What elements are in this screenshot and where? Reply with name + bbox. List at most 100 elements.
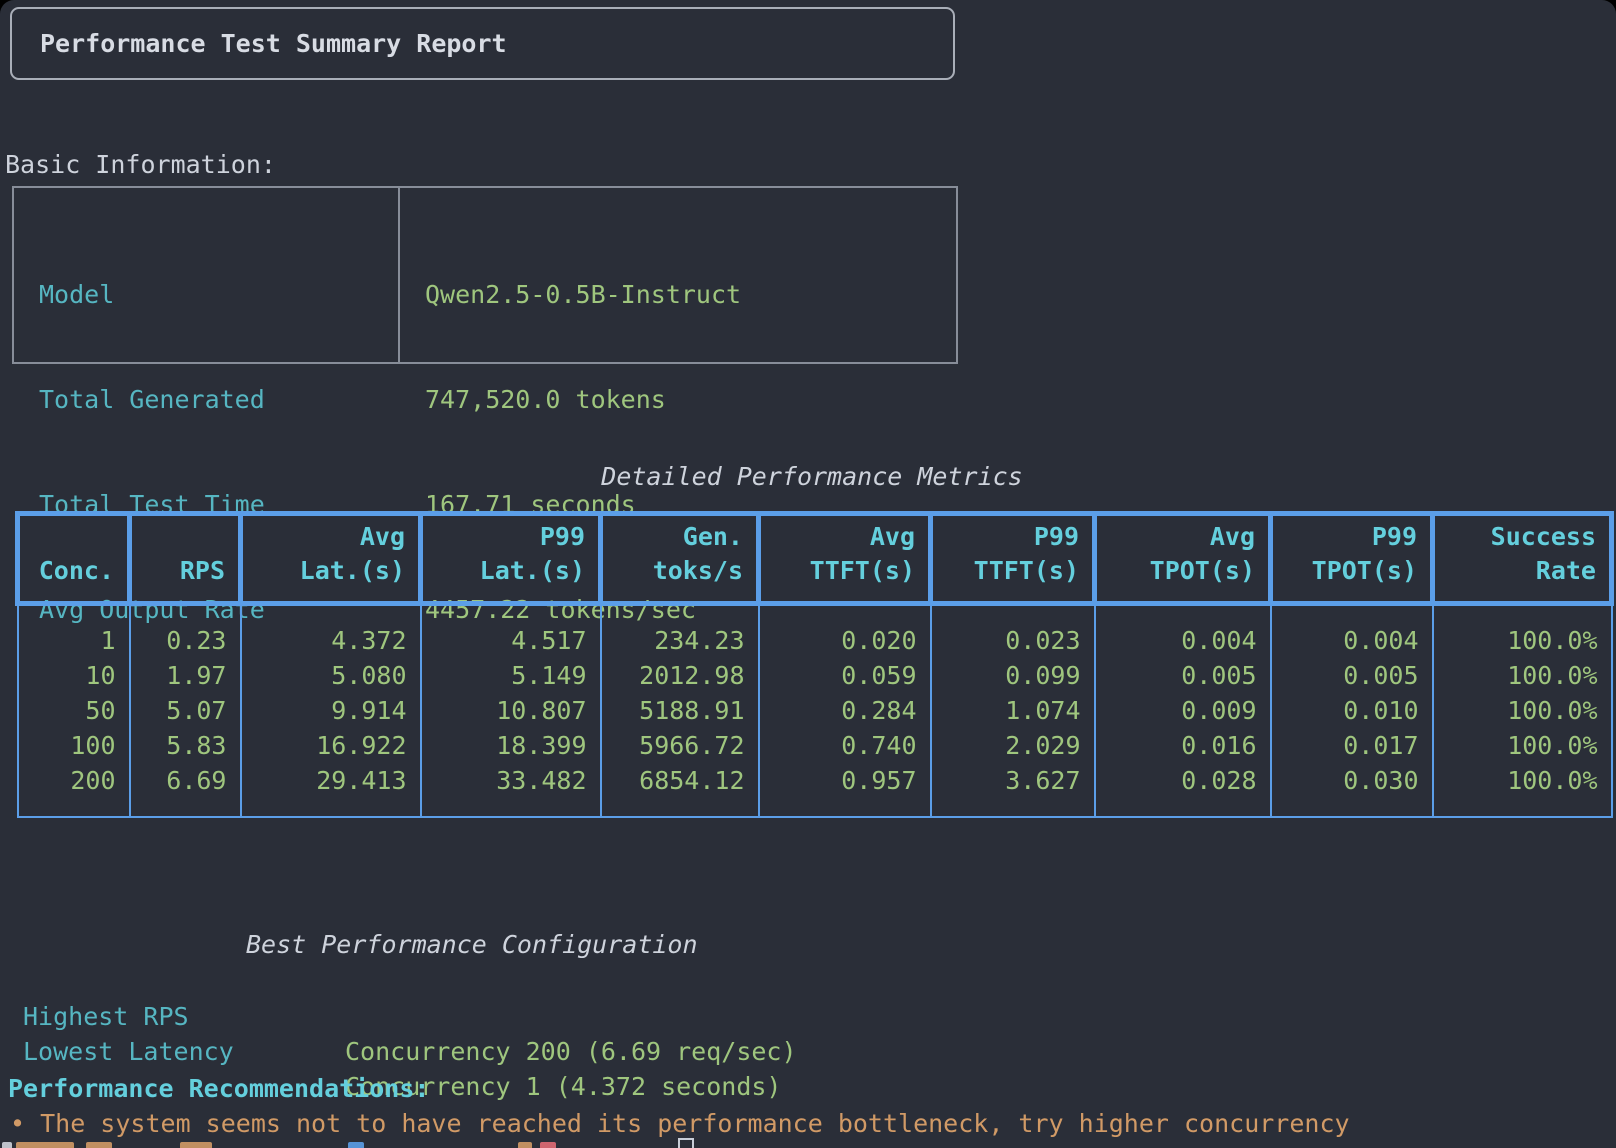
table-row: 2006.6929.41333.4826854.120.9573.6270.02… <box>18 763 1612 798</box>
table-spacer-row <box>18 604 1612 623</box>
spacer-cell <box>931 798 1095 817</box>
metric-cell: 100.0% <box>1433 623 1612 658</box>
metric-cell: 0.740 <box>759 728 931 763</box>
column-header-conc: Conc. <box>18 514 130 604</box>
basic-info-values: Qwen2.5-0.5B-Instruct 747,520.0 tokens 1… <box>400 188 956 362</box>
spacer-cell <box>1433 798 1612 817</box>
info-label-model: Model <box>39 277 398 312</box>
metric-cell: 100.0% <box>1433 658 1612 693</box>
spacer-cell <box>421 798 601 817</box>
metric-cell: 1.97 <box>130 658 241 693</box>
metric-cell: 0.005 <box>1271 658 1433 693</box>
column-header-success-rate: SuccessRate <box>1433 514 1612 604</box>
info-value-model: Qwen2.5-0.5B-Instruct <box>425 277 956 312</box>
metric-cell: 0.028 <box>1095 763 1271 798</box>
recommendation-item: • The system seems not to have reached i… <box>10 1106 1350 1141</box>
basic-info-heading: Basic Information: <box>5 147 276 182</box>
column-header-p99-ttft: P99TTFT(s) <box>931 514 1095 604</box>
metric-cell: 0.059 <box>759 658 931 693</box>
metric-cell: 234.23 <box>601 623 759 658</box>
metric-cell: 100.0% <box>1433 693 1612 728</box>
metric-cell: 0.023 <box>931 623 1095 658</box>
metric-cell: 0.010 <box>1271 693 1433 728</box>
metric-cell: 0.957 <box>759 763 931 798</box>
column-header-avg-lat: AvgLat.(s) <box>241 514 421 604</box>
metric-cell: 5188.91 <box>601 693 759 728</box>
table-row: 10.234.3724.517234.230.0200.0230.0040.00… <box>18 623 1612 658</box>
spacer-cell <box>130 798 241 817</box>
metric-cell: 5.83 <box>130 728 241 763</box>
metric-cell: 0.020 <box>759 623 931 658</box>
metric-cell: 29.413 <box>241 763 421 798</box>
clipped-next-line <box>0 1140 1616 1148</box>
clipped-text-fragment <box>16 1142 74 1148</box>
metric-cell: 0.017 <box>1271 728 1433 763</box>
column-header-gen-toks: Gen.toks/s <box>601 514 759 604</box>
spacer-cell <box>759 798 931 817</box>
spacer-cell <box>241 798 421 817</box>
report-title: Performance Test Summary Report <box>40 29 507 58</box>
table-row: 101.975.0805.1492012.980.0590.0990.0050.… <box>18 658 1612 693</box>
clipped-text-fragment <box>86 1142 112 1148</box>
metric-cell: 0.009 <box>1095 693 1271 728</box>
column-header-avg-tpot: AvgTPOT(s) <box>1095 514 1271 604</box>
metric-cell: 0.005 <box>1095 658 1271 693</box>
metric-cell: 1 <box>18 623 130 658</box>
spacer-cell <box>759 604 931 623</box>
best-config-title: Best Performance Configuration <box>246 927 698 962</box>
metric-cell: 5.149 <box>421 658 601 693</box>
spacer-cell <box>601 798 759 817</box>
terminal-screen: Performance Test Summary Report Basic In… <box>0 0 1616 1148</box>
metric-cell: 16.922 <box>241 728 421 763</box>
clipped-text-fragment <box>540 1142 556 1148</box>
spacer-cell <box>1095 604 1271 623</box>
table-row: 505.079.91410.8075188.910.2841.0740.0090… <box>18 693 1612 728</box>
spacer-cell <box>931 604 1095 623</box>
spacer-cell <box>421 604 601 623</box>
spacer-cell <box>1271 798 1433 817</box>
spacer-cell <box>1433 604 1612 623</box>
metric-cell: 0.030 <box>1271 763 1433 798</box>
recommendations-heading: Performance Recommendations: <box>8 1071 429 1106</box>
info-label-total-generated: Total Generated <box>39 382 398 417</box>
basic-info-labels: Model Total Generated Total Test Time Av… <box>14 188 400 362</box>
metric-cell: 33.482 <box>421 763 601 798</box>
spacer-cell <box>241 604 421 623</box>
clipped-text-fragment <box>518 1142 532 1148</box>
metric-cell: 100.0% <box>1433 728 1612 763</box>
metric-cell: 50 <box>18 693 130 728</box>
clipped-text-fragment <box>2 1142 12 1148</box>
metric-cell: 0.004 <box>1095 623 1271 658</box>
metric-cell: 100 <box>18 728 130 763</box>
metric-cell: 10.807 <box>421 693 601 728</box>
spacer-cell <box>130 604 241 623</box>
metric-cell: 0.284 <box>759 693 931 728</box>
report-title-box: Performance Test Summary Report <box>10 7 955 80</box>
spacer-cell <box>601 604 759 623</box>
basic-info-table: Model Total Generated Total Test Time Av… <box>12 186 958 364</box>
table-row: 1005.8316.92218.3995966.720.7402.0290.01… <box>18 728 1612 763</box>
column-header-avg-ttft: AvgTTFT(s) <box>759 514 931 604</box>
metric-cell: 0.099 <box>931 658 1095 693</box>
best-config-label: Lowest Latency <box>23 1034 234 1069</box>
metric-cell: 10 <box>18 658 130 693</box>
metric-cell: 4.372 <box>241 623 421 658</box>
spacer-cell <box>18 798 130 817</box>
metrics-table-title: Detailed Performance Metrics <box>15 459 1609 494</box>
terminal-cursor <box>678 1138 694 1148</box>
metric-cell: 9.914 <box>241 693 421 728</box>
clipped-text-fragment <box>348 1142 364 1148</box>
metric-cell: 6.69 <box>130 763 241 798</box>
metric-cell: 0.004 <box>1271 623 1433 658</box>
info-value-total-generated: 747,520.0 tokens <box>425 382 956 417</box>
metric-cell: 0.23 <box>130 623 241 658</box>
metric-cell: 4.517 <box>421 623 601 658</box>
metric-cell: 0.016 <box>1095 728 1271 763</box>
column-header-p99-tpot: P99TPOT(s) <box>1271 514 1433 604</box>
column-header-p99-lat: P99Lat.(s) <box>421 514 601 604</box>
column-header-rps: RPS <box>130 514 241 604</box>
metric-cell: 18.399 <box>421 728 601 763</box>
clipped-text-fragment <box>180 1142 212 1148</box>
spacer-cell <box>18 604 130 623</box>
table-spacer-row <box>18 798 1612 817</box>
